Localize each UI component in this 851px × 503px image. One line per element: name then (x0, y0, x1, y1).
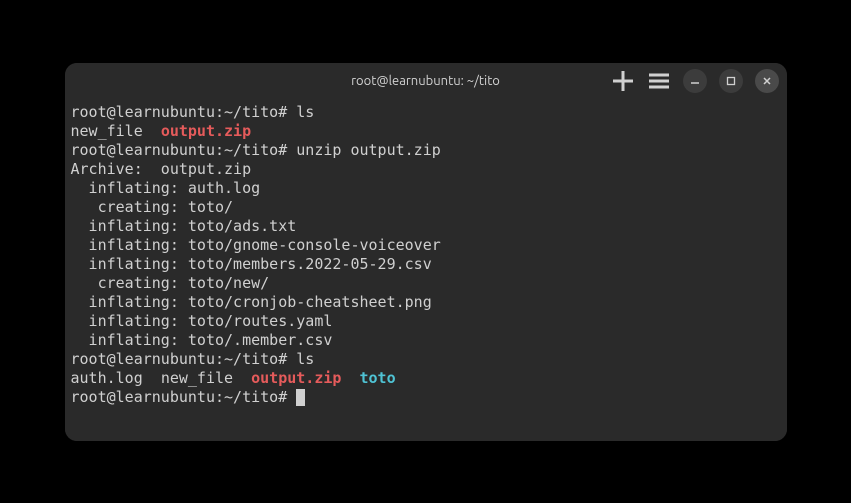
unzip-output: Archive: output.zip (71, 160, 781, 179)
ls-output: new_file output.zip (71, 122, 781, 141)
file-item: new_file (71, 122, 143, 140)
prompt-text: root@learnubuntu:~/tito# (71, 388, 288, 406)
prompt-line: root@learnubuntu:~/tito# (71, 388, 781, 407)
new-tab-button[interactable] (611, 69, 635, 93)
ls-output: auth.log new_file output.zip toto (71, 369, 781, 388)
unzip-output: inflating: toto/ads.txt (71, 217, 781, 236)
unzip-output: inflating: toto/members.2022-05-29.csv (71, 255, 781, 274)
minimize-icon (690, 76, 700, 86)
maximize-icon (726, 76, 736, 86)
titlebar: root@learnubuntu: ~/tito (65, 63, 787, 99)
close-icon (762, 76, 772, 86)
prompt-line: root@learnubuntu:~/tito# ls (71, 103, 781, 122)
close-button[interactable] (755, 69, 779, 93)
file-item: new_file (161, 369, 233, 387)
terminal-window: root@learnubuntu: ~/tito root@learnubunt… (65, 63, 787, 441)
terminal-body[interactable]: root@learnubuntu:~/tito# ls new_file out… (65, 99, 787, 441)
unzip-output: inflating: toto/gnome-console-voiceover (71, 236, 781, 255)
cursor (296, 389, 305, 406)
unzip-output: inflating: toto/routes.yaml (71, 312, 781, 331)
unzip-output: inflating: auth.log (71, 179, 781, 198)
unzip-output: inflating: toto/cronjob-cheatsheet.png (71, 293, 781, 312)
titlebar-controls (611, 69, 779, 93)
command-text: ls (296, 350, 314, 368)
file-item-directory: toto (360, 369, 396, 387)
plus-icon (611, 69, 635, 93)
file-item-archive: output.zip (251, 369, 341, 387)
minimize-button[interactable] (683, 69, 707, 93)
file-item-archive: output.zip (161, 122, 251, 140)
menu-button[interactable] (647, 69, 671, 93)
maximize-button[interactable] (719, 69, 743, 93)
prompt-line: root@learnubuntu:~/tito# ls (71, 350, 781, 369)
command-text: unzip output.zip (296, 141, 441, 159)
hamburger-icon (647, 69, 671, 93)
unzip-output: creating: toto/new/ (71, 274, 781, 293)
prompt-text: root@learnubuntu:~/tito# (71, 141, 288, 159)
window-title: root@learnubuntu: ~/tito (351, 74, 500, 88)
unzip-output: inflating: toto/.member.csv (71, 331, 781, 350)
file-item: auth.log (71, 369, 143, 387)
prompt-text: root@learnubuntu:~/tito# (71, 350, 288, 368)
unzip-output: creating: toto/ (71, 198, 781, 217)
prompt-text: root@learnubuntu:~/tito# (71, 103, 288, 121)
command-text: ls (296, 103, 314, 121)
prompt-line: root@learnubuntu:~/tito# unzip output.zi… (71, 141, 781, 160)
